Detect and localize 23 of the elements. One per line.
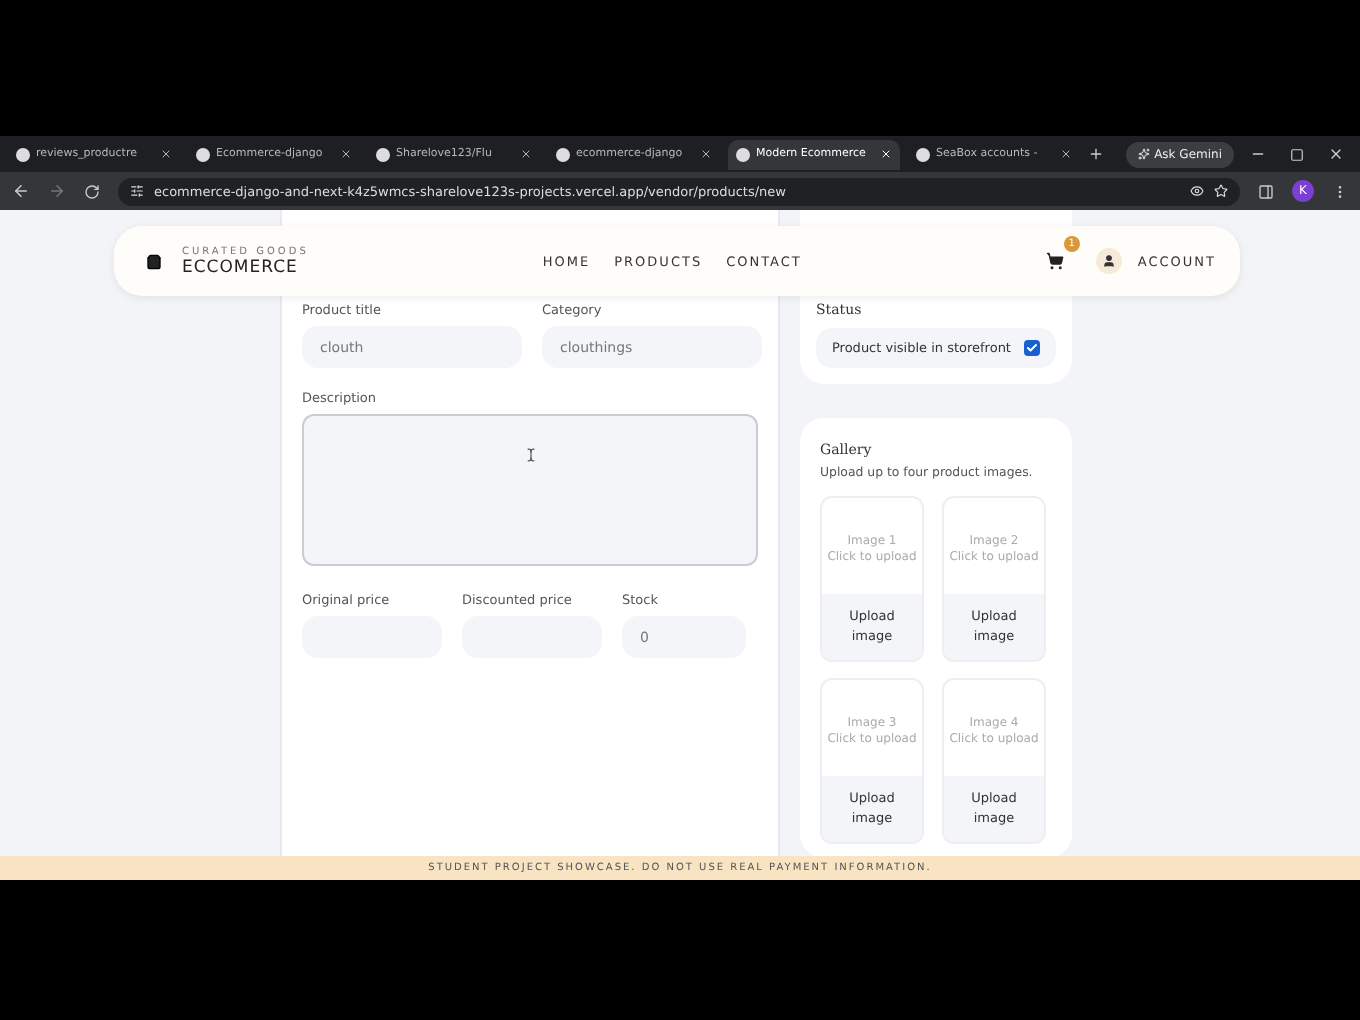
- new-tab-icon[interactable]: [1088, 146, 1104, 162]
- brand-name[interactable]: ECCOMERCE: [182, 257, 309, 277]
- forward-icon[interactable]: [48, 182, 66, 200]
- close-icon[interactable]: [160, 148, 172, 160]
- description-field[interactable]: [302, 414, 758, 566]
- close-icon[interactable]: [340, 148, 352, 160]
- close-icon[interactable]: [700, 148, 712, 160]
- sparkle-icon: [1138, 148, 1151, 160]
- eye-icon[interactable]: [1190, 184, 1204, 198]
- reload-icon[interactable]: [84, 183, 100, 199]
- close-icon[interactable]: [520, 148, 532, 160]
- close-icon[interactable]: [1060, 148, 1072, 160]
- user-icon: [1095, 248, 1122, 274]
- maximize-icon[interactable]: [1290, 147, 1304, 161]
- bag-icon: [146, 253, 162, 269]
- site-settings-icon[interactable]: [130, 184, 144, 198]
- close-icon[interactable]: [1328, 146, 1344, 162]
- back-icon[interactable]: [12, 182, 30, 200]
- cart-icon: [1046, 252, 1065, 270]
- star-icon[interactable]: [1214, 184, 1228, 198]
- text-cursor-icon: [523, 448, 537, 462]
- checkbox[interactable]: [1024, 340, 1040, 356]
- side-panel-icon[interactable]: [1258, 183, 1274, 199]
